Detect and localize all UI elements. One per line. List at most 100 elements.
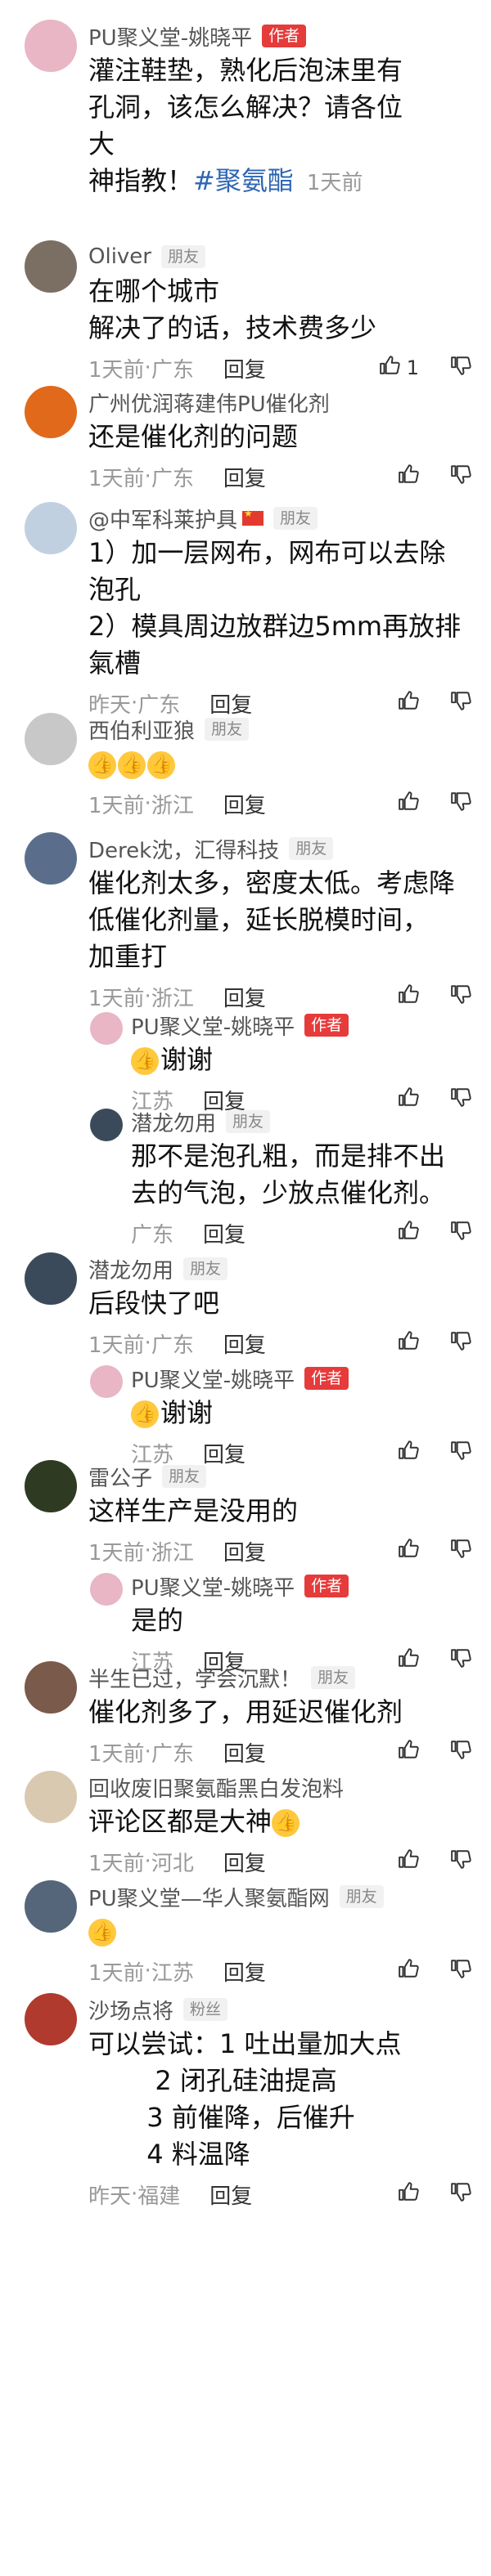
author-name[interactable]: Oliver: [88, 244, 151, 269]
text-line: 在哪个城市: [88, 276, 220, 307]
comment-header: 西伯利亚狼 朋友: [88, 713, 471, 746]
author-badge: 朋友: [311, 1666, 356, 1689]
reply-item: PU聚义堂-姚晓平 作者 👍 谢谢 江苏 回复: [0, 991, 491, 1114]
author-name[interactable]: 半生已过，学会沉默！: [88, 1663, 301, 1693]
author-name[interactable]: 潜龙勿用: [88, 1254, 173, 1284]
comment-actions: [367, 2181, 471, 2207]
avatar[interactable]: [90, 1573, 123, 1606]
comment-text: 1）加一层网布，网布可以去除 泡孔 2）模具周边放群边5mm再放排 氣槽: [88, 535, 471, 682]
author-name[interactable]: PU聚义堂-姚晓平: [131, 1010, 295, 1041]
location-separator: ·: [131, 2182, 138, 2206]
reply-item: PU聚义堂-姚晓平 作者 是的 江苏 回复: [0, 1552, 491, 1675]
text-line: 低催化剂量，延长脱模时间，: [88, 904, 430, 935]
comment-item: 西伯利亚狼 朋友 👍 👍 👍 1天前 · 浙江 回复: [0, 693, 491, 818]
author-name[interactable]: 回收废旧聚氨酯黑白发泡料: [88, 1772, 344, 1803]
author-badge: 作者: [304, 1014, 349, 1037]
thumb-up-icon: [398, 2181, 419, 2207]
avatar[interactable]: [25, 832, 77, 885]
author-name[interactable]: PU聚义堂-姚晓平: [131, 1364, 295, 1394]
comment-header: 潜龙勿用 朋友: [88, 1252, 471, 1285]
author-name[interactable]: 广州优润蒋建伟PU催化剂: [88, 388, 330, 418]
author-badge: 朋友: [289, 837, 334, 860]
author-badge: 朋友: [273, 507, 318, 530]
text-line: 1）加一层网布，网布可以去除: [88, 537, 446, 568]
comment-header: Oliver 朋友: [88, 240, 471, 273]
author-badge: 作者: [262, 25, 307, 47]
text-line: 2 闭孔硅油提高: [88, 2065, 337, 2096]
like-button[interactable]: [398, 2181, 419, 2207]
comment-item: Derek沈，汇得科技 朋友 催化剂太多，密度太低。考虑降 低催化剂量，延长脱模时间，…: [0, 813, 491, 1011]
author-name[interactable]: 西伯利亚狼: [88, 715, 195, 745]
avatar[interactable]: [90, 1365, 123, 1398]
author-badge: 粉丝: [183, 1998, 228, 2021]
author-name[interactable]: 雷公子: [88, 1462, 152, 1492]
comment-header: 回收废旧聚氨酯黑白发泡料: [88, 1771, 471, 1803]
comment-feed: PU聚义堂-姚晓平 作者 灌注鞋垫，熟化后泡沫里有 孔洞，该怎么解决？请各位大神指教！…: [0, 0, 491, 2209]
author-name[interactable]: @中军科莱护具: [88, 504, 237, 534]
comment-header: 雷公子 朋友: [88, 1460, 471, 1493]
text-line-main: 神指教！: [88, 165, 194, 196]
avatar[interactable]: [25, 1880, 77, 1933]
comment-header: PU聚义堂-姚晓平 作者: [131, 1009, 471, 1042]
text-line: 还是催化剂的问题: [88, 421, 299, 452]
comment-text: 是的: [131, 1602, 471, 1639]
comment-time: 昨天: [88, 2184, 132, 2209]
comment-item: 雷公子 朋友 这样生产是没用的 1天前 · 浙江 回复: [0, 1440, 491, 1566]
comment-item: 回收废旧聚氨酯黑白发泡料 评论区都是大神 👍 1天前 · 河北 回复: [0, 1751, 491, 1876]
comment-text: 在哪个城市解决了的话，技术费多少: [88, 273, 471, 347]
comment-meta: 昨天 · 福建 回复: [88, 2173, 471, 2215]
hashtag-link[interactable]: #聚氨酯: [193, 165, 294, 196]
text-line: 是的: [131, 1605, 184, 1636]
comment-header: PU聚义堂—华人聚氨酯网 朋友: [88, 1880, 471, 1913]
avatar[interactable]: [25, 1460, 77, 1512]
avatar[interactable]: [25, 713, 77, 765]
avatar[interactable]: [90, 1109, 123, 1141]
avatar[interactable]: [25, 1993, 77, 2045]
comment-header: PU聚义堂-姚晓平 作者: [131, 1362, 471, 1395]
avatar[interactable]: [25, 1771, 77, 1823]
avatar[interactable]: [25, 1661, 77, 1714]
text-line: 加重打: [88, 941, 168, 972]
comment-header: Derek沈，汇得科技 朋友: [88, 832, 471, 865]
author-badge: 朋友: [205, 718, 250, 741]
text-line: 催化剂多了，用延迟催化剂: [88, 1696, 403, 1727]
avatar[interactable]: [25, 502, 77, 554]
author-name[interactable]: PU聚义堂-姚晓平: [131, 1571, 295, 1602]
comment-text: 👍 👍 👍: [88, 746, 471, 782]
author-badge: 朋友: [162, 1465, 207, 1488]
text-line: 那不是泡孔粗，而是排不出: [131, 1140, 446, 1172]
thumbs-up-emoji-icon: 👍: [131, 1047, 159, 1075]
comment-location: 福建: [137, 2184, 181, 2209]
comment-item: 潜龙勿用 朋友 后段快了吧 1天前 · 广东 回复: [0, 1233, 491, 1358]
thumbs-up-emoji-icon: 👍: [131, 1400, 159, 1428]
reply-button[interactable]: 回复: [209, 2180, 252, 2210]
author-name[interactable]: 沙场点将: [88, 1995, 173, 2025]
author-badge: 朋友: [339, 1885, 384, 1908]
comment-header: 半生已过，学会沉默！ 朋友: [88, 1661, 471, 1694]
comment-header: @中军科莱护具 朋友: [88, 502, 471, 535]
text-line: 催化剂太多，密度太低。考虑降: [88, 867, 456, 898]
comment-item: @中军科莱护具 朋友 1）加一层网布，网布可以去除泡孔 2）模具周边放群边5mm再放排…: [0, 482, 491, 718]
avatar[interactable]: [25, 386, 77, 438]
emoji-row: 👍: [88, 1913, 471, 1950]
comment-text: 👍: [88, 1913, 471, 1950]
author-name[interactable]: PU聚义堂-姚晓平: [88, 21, 252, 52]
text-line: 解决了的话，技术费多少: [88, 312, 377, 343]
text-after-emoji: 谢谢: [160, 1044, 214, 1075]
avatar[interactable]: [90, 1012, 123, 1045]
text-line: 4 料温降: [88, 2139, 250, 2170]
emoji-row: 👍 谢谢: [131, 1042, 471, 1078]
avatar[interactable]: [25, 20, 77, 72]
comment-item: 广州优润蒋建伟PU催化剂 还是催化剂的问题 1天前 · 广东 回复: [0, 366, 491, 491]
text-line: 氣槽: [88, 647, 142, 679]
reply-item: PU聚义堂-姚晓平 作者 👍 谢谢 江苏 回复: [0, 1344, 491, 1467]
comment-text: 后段快了吧: [88, 1285, 471, 1322]
author-name[interactable]: Derek沈，汇得科技: [88, 834, 279, 864]
author-badge: 朋友: [160, 245, 205, 268]
dislike-button[interactable]: [450, 2181, 471, 2207]
text-line: 去的气泡，少放点催化剂。: [131, 1177, 446, 1208]
author-name[interactable]: PU聚义堂—华人聚氨酯网: [88, 1882, 330, 1912]
author-name[interactable]: 潜龙勿用: [131, 1107, 216, 1137]
avatar[interactable]: [25, 240, 77, 293]
avatar[interactable]: [25, 1252, 77, 1305]
